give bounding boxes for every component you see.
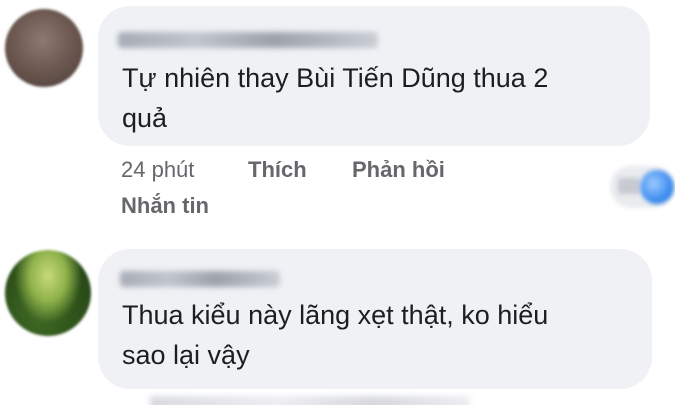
reply-button[interactable]: Phản hồi xyxy=(352,157,445,183)
like-reaction-icon xyxy=(640,170,674,204)
like-button[interactable]: Thích xyxy=(248,157,307,183)
comment-timestamp[interactable]: 24 phút xyxy=(121,157,194,183)
avatar[interactable] xyxy=(5,9,83,87)
comment-bubble: Thua kiểu này lãng xẹt thật, ko hiểu sao… xyxy=(98,249,652,389)
author-name-blurred[interactable] xyxy=(118,32,378,48)
comment-text: Thua kiểu này lãng xẹt thật, ko hiểu sao… xyxy=(122,300,549,370)
reaction-count-blurred xyxy=(618,178,640,194)
comment-text: Tự nhiên thay Bùi Tiến Dũng thua 2 quả xyxy=(122,63,549,133)
message-button[interactable]: Nhắn tin xyxy=(121,193,209,219)
avatar[interactable] xyxy=(5,250,91,336)
comment-actions-cropped xyxy=(150,396,470,405)
author-name-blurred[interactable] xyxy=(120,271,280,287)
comment-bubble: Tự nhiên thay Bùi Tiến Dũng thua 2 quả xyxy=(98,6,650,146)
comment-thread: Tự nhiên thay Bùi Tiến Dũng thua 2 quả 2… xyxy=(0,0,675,405)
